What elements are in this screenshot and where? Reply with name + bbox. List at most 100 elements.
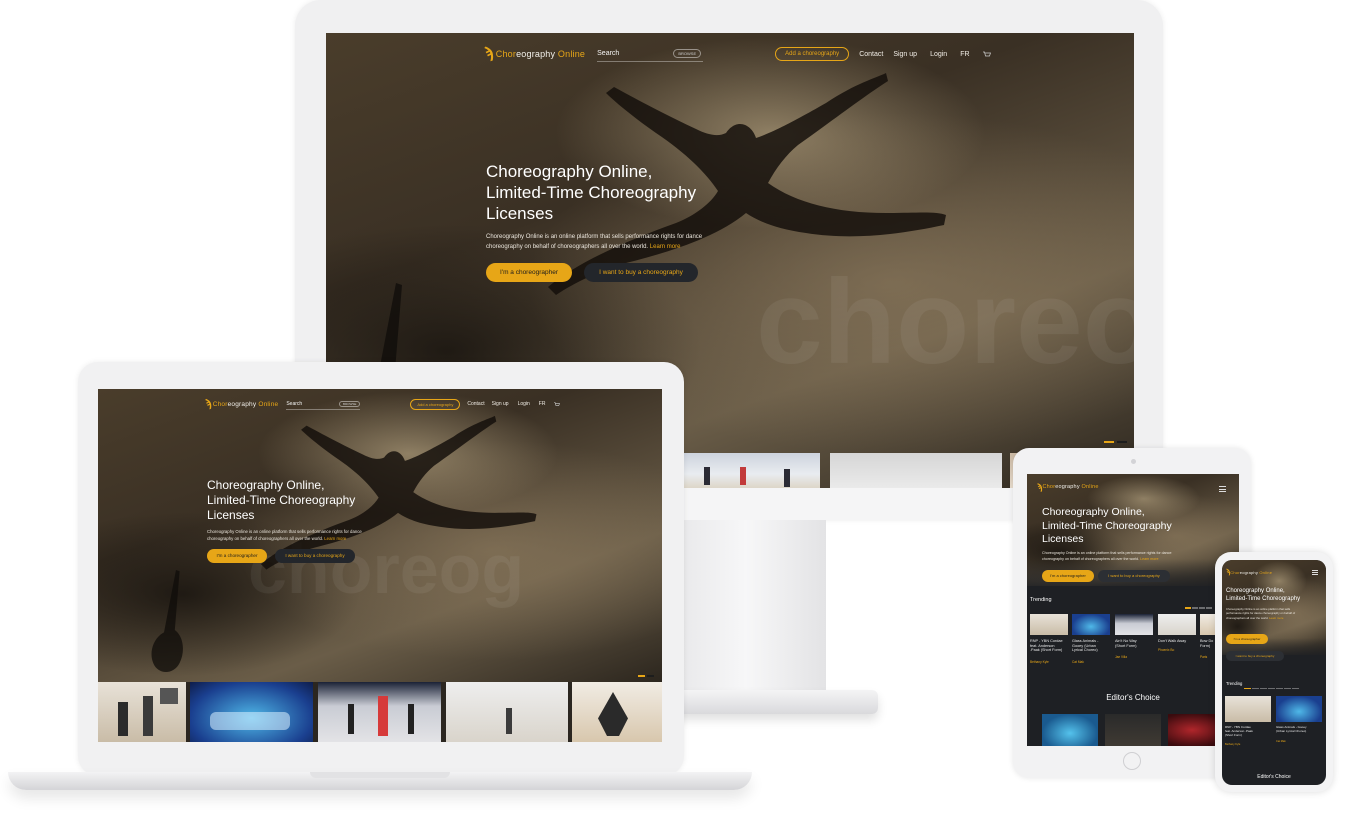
nav-language-link[interactable]: FR <box>960 51 969 58</box>
trending-card-thumb-1[interactable] <box>1225 696 1271 722</box>
hero-description: Choreography Online is an online platfor… <box>1042 551 1172 561</box>
hero-title: Choreography Online, Limited-Time Choreog… <box>1226 588 1301 602</box>
nav-contact-link[interactable]: Contact <box>859 51 883 58</box>
desktop-navbar: ϡ Choreography Online Search BROWSE Add … <box>484 43 991 65</box>
trending-thumb-4[interactable] <box>446 682 568 742</box>
hamburger-icon[interactable] <box>1312 570 1318 575</box>
carousel-dot-2[interactable] <box>1192 607 1198 609</box>
tablet-home-button[interactable] <box>1123 752 1141 770</box>
trending-card-author-5[interactable]: Paris <box>1200 655 1207 659</box>
tablet-screen: ϡ Choreography Online Choreography Onlin… <box>1027 474 1239 746</box>
trending-card-title-3[interactable]: Ain't No Way (Short Form) <box>1115 639 1137 648</box>
trending-thumb-2[interactable] <box>190 682 313 742</box>
hero-description: Choreography Online is an online platfor… <box>1226 607 1296 620</box>
trending-carousel-dots <box>1244 688 1299 690</box>
nav-login-link[interactable]: Login <box>518 401 530 407</box>
trending-card-thumb-1[interactable] <box>1030 614 1068 635</box>
carousel-dot-5[interactable] <box>1276 688 1283 690</box>
carousel-dot-4[interactable] <box>1268 688 1275 690</box>
carousel-dot-1[interactable] <box>1185 607 1191 609</box>
trending-card-thumb-4[interactable] <box>1158 614 1196 635</box>
nav-signup-link[interactable]: Sign up <box>893 51 917 58</box>
trending-thumb-1[interactable] <box>684 453 820 488</box>
carousel-dot-1[interactable] <box>1244 688 1251 690</box>
search-box[interactable]: Search BROWSE <box>597 47 704 62</box>
editors-thumb-1[interactable] <box>1042 714 1098 746</box>
carousel-dot-4[interactable] <box>1206 607 1212 609</box>
carousel-dot-2[interactable] <box>1117 441 1127 443</box>
nav-login-link[interactable]: Login <box>930 51 947 58</box>
logo-text[interactable]: Choreography Online <box>213 401 279 408</box>
hero-carousel-dots <box>1104 441 1127 443</box>
choreographer-button[interactable]: I'm a choreographer <box>1226 634 1268 644</box>
buy-choreography-button[interactable]: I want to buy a choreography <box>275 549 355 563</box>
trending-card-author-2[interactable]: Cat Mak <box>1072 660 1084 664</box>
learn-more-link[interactable]: Learn more <box>1140 557 1158 561</box>
add-choreography-button[interactable]: Add a choreography <box>410 398 461 410</box>
nav-signup-link[interactable]: Sign up <box>492 401 509 407</box>
phone-navbar: ϡ Choreography Online <box>1226 567 1272 577</box>
hamburger-icon[interactable] <box>1219 486 1226 492</box>
trending-card-author-1[interactable]: Bethany Kyle <box>1225 743 1240 746</box>
monitor-stand <box>666 520 826 700</box>
learn-more-link[interactable]: Learn more <box>1269 616 1283 620</box>
trending-thumb-5[interactable] <box>572 682 662 742</box>
carousel-dot-2[interactable] <box>1252 688 1259 690</box>
carousel-dot-6[interactable] <box>1284 688 1291 690</box>
choreographer-button[interactable]: I'm a choreographer <box>207 549 267 563</box>
trending-card-title-1[interactable]: RNP - YBN Cordae feat. Anderson .Paak (Sho… <box>1030 639 1063 653</box>
tablet-camera <box>1131 459 1136 464</box>
hero-description: Choreography Online is an online platfor… <box>486 234 703 250</box>
search-box[interactable]: Search BROWSE <box>286 399 361 410</box>
trending-card-title-2[interactable]: Glass Animals - Gooey (Urban Lyrical Chore… <box>1072 639 1098 653</box>
cart-icon[interactable] <box>554 401 561 407</box>
trending-thumb-3[interactable] <box>318 682 441 742</box>
trending-card-title-5[interactable]: Bow Do Form) <box>1200 639 1213 648</box>
hero-carousel-dots <box>638 675 654 677</box>
trending-card-author-1[interactable]: Bethany Kyle <box>1030 660 1049 664</box>
trending-card-thumb-3[interactable] <box>1115 614 1153 635</box>
nav-language-link[interactable]: FR <box>539 401 546 407</box>
carousel-dot-2[interactable] <box>647 675 654 677</box>
trending-card-thumb-2[interactable] <box>1276 696 1322 722</box>
buy-choreography-button[interactable]: I want to buy a choreography <box>1098 570 1170 582</box>
browse-button[interactable]: BROWSE <box>673 49 702 58</box>
carousel-dot-7[interactable] <box>1292 688 1299 690</box>
logo-text[interactable]: Choreography Online <box>1230 570 1272 575</box>
search-input[interactable]: Search <box>597 50 673 57</box>
trending-thumb-1[interactable] <box>98 682 186 742</box>
trending-thumb-2[interactable] <box>830 453 1002 488</box>
buy-choreography-button[interactable]: I want to buy a choreography <box>1226 651 1284 661</box>
logo-text[interactable]: Choreography Online <box>496 49 585 59</box>
nav-contact-link[interactable]: Contact <box>467 401 484 407</box>
logo-dancer-icon[interactable]: ϡ <box>205 398 212 410</box>
carousel-dot-3[interactable] <box>1199 607 1205 609</box>
laptop-navbar: ϡ Choreography Online Search BROWSE Add … <box>205 396 561 412</box>
hero-title: Choreography Online, Limited-Time Choreog… <box>486 162 697 223</box>
add-choreography-button[interactable]: Add a choreography <box>775 47 850 61</box>
carousel-dot-1[interactable] <box>638 675 645 677</box>
carousel-dot-1[interactable] <box>1104 441 1114 443</box>
editors-choice-heading: Editor's Choice <box>1257 774 1291 780</box>
learn-more-link[interactable]: Learn more <box>324 536 346 541</box>
cart-icon[interactable] <box>982 51 991 58</box>
trending-card-title-2[interactable]: Glass Animals - Gooey (Urban Lyrical Chor… <box>1276 725 1307 734</box>
carousel-dot-3[interactable] <box>1260 688 1267 690</box>
trending-card-title-4[interactable]: Don't Walk Away <box>1158 639 1186 644</box>
editors-thumb-2[interactable] <box>1105 714 1161 746</box>
trending-card-title-1[interactable]: RNP - YBN Cordae feat. Anderson .Paak (Sho… <box>1225 725 1253 737</box>
logo-dancer-icon[interactable]: ϡ <box>484 45 494 63</box>
browse-button[interactable]: BROWSE <box>338 400 361 407</box>
logo-text[interactable]: Choreography Online <box>1043 484 1099 490</box>
trending-card-thumb-2[interactable] <box>1072 614 1110 635</box>
trending-card-author-2[interactable]: Cat Mak <box>1276 740 1286 743</box>
trending-card-author-3[interactable]: Jae Villa <box>1115 655 1127 659</box>
trending-card-author-4[interactable]: Phoenix Bo <box>1158 648 1174 652</box>
learn-more-link[interactable]: Learn more <box>650 244 681 250</box>
tablet-navbar: ϡ Choreography Online <box>1037 481 1099 493</box>
buy-choreography-button[interactable]: I want to buy a choreography <box>584 263 698 282</box>
trending-heading: Trending <box>1030 597 1052 603</box>
search-input[interactable]: Search <box>286 401 339 407</box>
choreographer-button[interactable]: I'm a choreographer <box>1042 570 1094 582</box>
choreographer-button[interactable]: I'm a choreographer <box>486 263 572 282</box>
